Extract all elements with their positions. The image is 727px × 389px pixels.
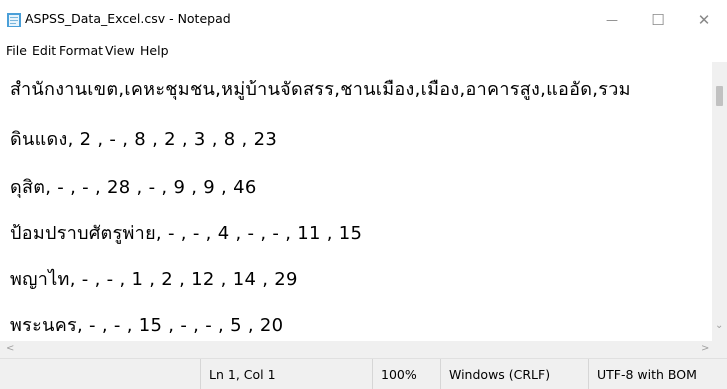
status-encoding: UTF-8 with BOM [588, 359, 727, 389]
text-line-header: สำนักงานเขต,เคหะชุมชน,หมู่บ้านจัดสรร,ชาน… [10, 79, 631, 100]
text-line: ดุสิต, - , - , 28 , - , 9 , 9 , 46 [10, 177, 257, 198]
minimize-button[interactable]: — [589, 0, 635, 40]
scroll-right-arrow-icon[interactable]: > [701, 343, 709, 354]
menu-view[interactable]: View [105, 43, 135, 58]
text-line: ป้อมปราบศัตรูพ่าย, - , - , 4 , - , - , 1… [10, 223, 363, 244]
text-line: ดินแดง, 2 , - , 8 , 2 , 3 , 8 , 23 [10, 129, 278, 150]
status-position: Ln 1, Col 1 [200, 359, 369, 389]
menu-format[interactable]: Format [59, 43, 103, 58]
menu-help[interactable]: Help [140, 43, 169, 58]
title-bar: ASPSS_Data_Excel.csv - Notepad — ☐ ✕ [0, 0, 727, 40]
horizontal-scrollbar[interactable]: < > [0, 341, 712, 358]
notepad-icon [7, 13, 21, 27]
text-line: พญาไท, - , - , 1 , 2 , 12 , 14 , 29 [10, 269, 298, 290]
scroll-left-arrow-icon[interactable]: < [6, 343, 14, 354]
maximize-icon: ☐ [651, 11, 665, 29]
minimize-icon: — [606, 13, 618, 27]
close-button[interactable]: ✕ [681, 0, 727, 40]
text-line: พระนคร, - , - , 15 , - , - , 5 , 20 [10, 315, 284, 336]
status-line-ending: Windows (CRLF) [440, 359, 577, 389]
maximize-button[interactable]: ☐ [635, 0, 681, 40]
scroll-down-arrow-icon[interactable]: ⌄ [715, 320, 723, 331]
vertical-scrollbar[interactable]: ⌄ [712, 62, 727, 343]
text-editor[interactable]: สำนักงานเขต,เคหะชุมชน,หมู่บ้านจัดสรร,ชาน… [0, 62, 712, 341]
scrollbar-corner [712, 341, 727, 358]
window-title: ASPSS_Data_Excel.csv - Notepad [25, 11, 231, 26]
status-bar: Ln 1, Col 1 100% Windows (CRLF) UTF-8 wi… [0, 358, 727, 389]
vertical-scroll-thumb[interactable] [716, 86, 723, 106]
menu-file[interactable]: File [6, 43, 27, 58]
menu-bar: File Edit Format View Help [0, 40, 727, 62]
menu-edit[interactable]: Edit [32, 43, 56, 58]
close-icon: ✕ [697, 11, 711, 29]
status-zoom: 100% [372, 359, 439, 389]
